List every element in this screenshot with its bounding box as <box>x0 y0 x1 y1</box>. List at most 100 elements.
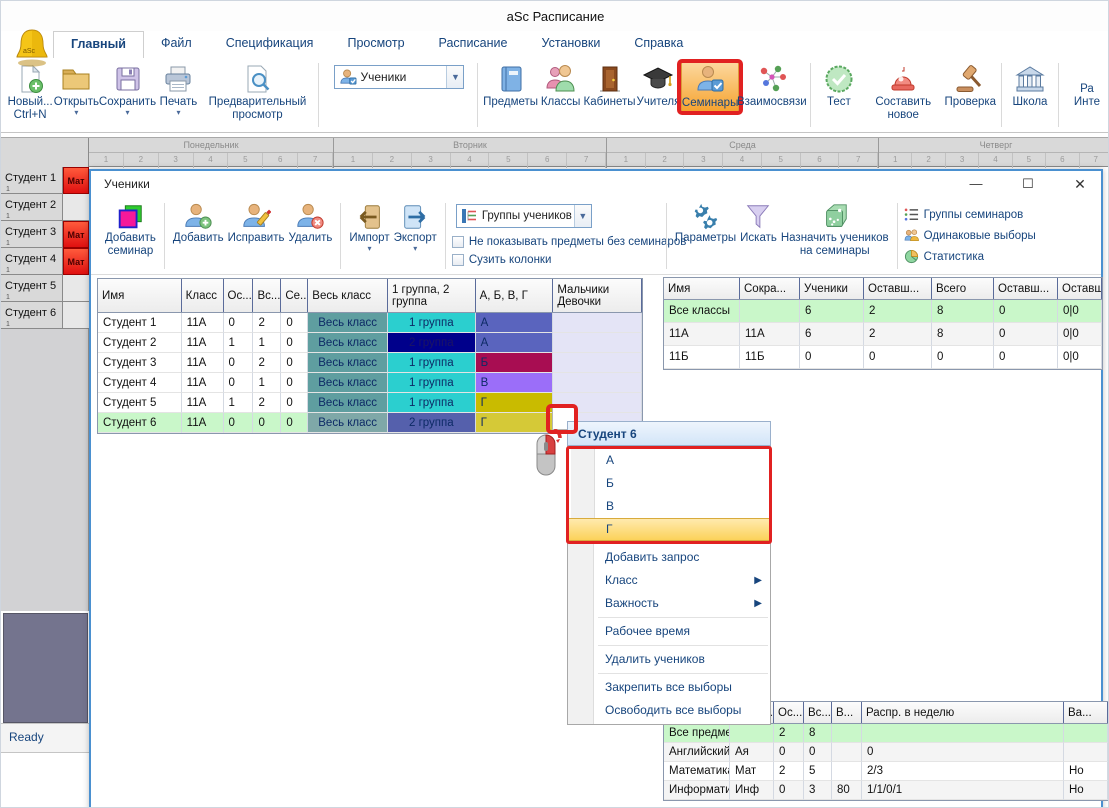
cell[interactable]: 0 <box>932 346 994 369</box>
cell[interactable]: 0 <box>281 353 308 373</box>
column-header[interactable]: Оставш... <box>994 278 1058 299</box>
empty-lesson-cell[interactable] <box>63 275 89 302</box>
cell[interactable]: 0 <box>994 323 1058 346</box>
choice-cell[interactable]: А <box>476 313 554 333</box>
choice-cell[interactable]: В <box>476 373 554 393</box>
student-row-label[interactable]: Студент 51 <box>1 275 63 302</box>
cell[interactable]: 11А <box>182 353 224 373</box>
cell[interactable]: 0|0 <box>1058 300 1102 323</box>
student-row-label[interactable]: Студент 21 <box>1 194 63 221</box>
cell[interactable]: 11Б <box>664 346 740 369</box>
menu-choice-Б[interactable]: Б <box>569 472 769 495</box>
class-row[interactable]: 11Б11Б00000|0 <box>664 346 1102 369</box>
cell[interactable]: Студент 3 <box>98 353 182 373</box>
cell[interactable]: 11А <box>182 333 224 353</box>
menu-choice-Г[interactable]: Г <box>569 518 769 541</box>
lesson-card[interactable]: Мат <box>63 248 89 275</box>
dialog-button-параметры[interactable]: Параметры <box>673 201 738 246</box>
view-combobox[interactable]: Ученики▼ <box>334 65 464 89</box>
empty-lesson-cell[interactable] <box>63 194 89 221</box>
cell[interactable]: 0 <box>224 353 254 373</box>
ribbon-button-составить-новое[interactable]: Составить новое <box>862 61 945 124</box>
cell[interactable]: 11А <box>182 393 224 413</box>
cell[interactable]: 1 <box>224 393 254 413</box>
group-cell[interactable]: 1 группа <box>388 373 476 393</box>
ribbon-button-школа[interactable]: Школа <box>1007 61 1053 111</box>
cell[interactable]: Студент 1 <box>98 313 182 333</box>
whole-class-cell[interactable]: Весь класс <box>308 333 388 353</box>
cell[interactable]: Ая <box>730 743 774 762</box>
cell[interactable]: 1 <box>253 373 281 393</box>
column-header[interactable]: Мальчики Девочки <box>553 279 642 312</box>
group-cell[interactable]: 1 группа <box>388 313 476 333</box>
cell[interactable]: 2/3 <box>862 762 1064 781</box>
close-button[interactable]: ✕ <box>1065 176 1095 193</box>
cell[interactable]: Студент 5 <box>98 393 182 413</box>
menu-item-рабочее-время[interactable]: Рабочее время <box>568 620 770 643</box>
cell[interactable]: 2 <box>864 300 932 323</box>
menu-item-класс[interactable]: Класс▶ <box>568 569 770 592</box>
ribbon-button-семинары[interactable]: Семинары <box>681 61 738 113</box>
cell[interactable]: 2 <box>774 762 804 781</box>
cell[interactable]: 0 <box>224 313 254 333</box>
student-row-студент-4[interactable]: Студент 411А010Весь класс1 группаВ <box>98 373 642 393</box>
ribbon-button-новый-[interactable]: Новый...Ctrl+N <box>7 61 53 124</box>
boys-girls-cell[interactable] <box>553 313 642 333</box>
cell[interactable]: Но <box>1064 781 1108 800</box>
dialog-button-исправить[interactable]: Исправить <box>226 201 287 246</box>
empty-lesson-cell[interactable] <box>63 302 89 329</box>
cell[interactable]: Студент 4 <box>98 373 182 393</box>
cell[interactable]: 0 <box>281 333 308 353</box>
cell[interactable]: 5 <box>804 762 832 781</box>
menu-choice-А[interactable]: А <box>569 449 769 472</box>
cell[interactable] <box>740 300 800 323</box>
cell[interactable]: 2 <box>253 353 281 373</box>
cell[interactable]: 1/1/0/1 <box>862 781 1064 800</box>
ribbon-button-сохранить[interactable]: Сохранить <box>100 61 156 118</box>
cell[interactable]: 11А <box>182 373 224 393</box>
menu-item-удалить-учеников[interactable]: Удалить учеников <box>568 648 770 671</box>
dialog-button-добавить[interactable]: Добавить <box>171 201 226 246</box>
cell[interactable] <box>730 724 774 743</box>
tab-Спецификация[interactable]: Спецификация <box>209 31 331 58</box>
cell[interactable]: 6 <box>800 300 864 323</box>
cell[interactable]: 0 <box>800 346 864 369</box>
choice-cell[interactable]: Б <box>476 353 554 373</box>
ribbon-button-cut-off[interactable]: РаИнте <box>1064 81 1109 111</box>
column-header[interactable]: 1 группа, 2 группа <box>388 279 476 312</box>
cell[interactable]: Мат <box>730 762 774 781</box>
cell[interactable]: 0|0 <box>1058 346 1102 369</box>
cell[interactable]: 0 <box>804 743 832 762</box>
column-header[interactable]: Распр. в неделю <box>862 702 1064 723</box>
subject-row[interactable]: МатематикаМат252/3Но <box>664 762 1108 781</box>
boys-girls-cell[interactable] <box>553 373 642 393</box>
cell[interactable]: 8 <box>932 323 994 346</box>
link-статистика[interactable]: Статистика <box>904 246 1050 267</box>
cell[interactable]: 1 <box>224 333 254 353</box>
column-header[interactable]: Оставшие... <box>1058 278 1102 299</box>
cell[interactable]: 0 <box>224 373 254 393</box>
cell[interactable]: 0 <box>862 743 1064 762</box>
student-row-label[interactable]: Студент 31 <box>1 221 63 248</box>
column-header[interactable]: Оставш... <box>864 278 932 299</box>
cell[interactable]: 6 <box>800 323 864 346</box>
tab-Установки[interactable]: Установки <box>524 31 617 58</box>
menu-item-освободить-все-выборы[interactable]: Освободить все выборы <box>568 699 770 722</box>
cell[interactable]: Математика <box>664 762 730 781</box>
maximize-button[interactable]: ☐ <box>1013 176 1043 193</box>
tab-Файл[interactable]: Файл <box>144 31 209 58</box>
cell[interactable]: Студент 6 <box>98 413 182 433</box>
column-header[interactable]: Ученики <box>800 278 864 299</box>
cell[interactable]: 0 <box>774 781 804 800</box>
column-header[interactable]: Ос... <box>774 702 804 723</box>
column-header[interactable]: Сокра... <box>740 278 800 299</box>
cell[interactable] <box>862 724 1064 743</box>
column-header[interactable]: Всего <box>932 278 994 299</box>
cell[interactable]: 80 <box>832 781 862 800</box>
dialog-titlebar[interactable]: Ученики — ☐ ✕ <box>91 171 1101 197</box>
ribbon-button-классы[interactable]: Классы <box>538 61 584 111</box>
group-cell[interactable]: 1 группа <box>388 353 476 373</box>
tab-Просмотр[interactable]: Просмотр <box>330 31 421 58</box>
cell[interactable]: 0|0 <box>1058 323 1102 346</box>
groups-combobox[interactable]: Группы учеников▼ <box>456 204 592 228</box>
